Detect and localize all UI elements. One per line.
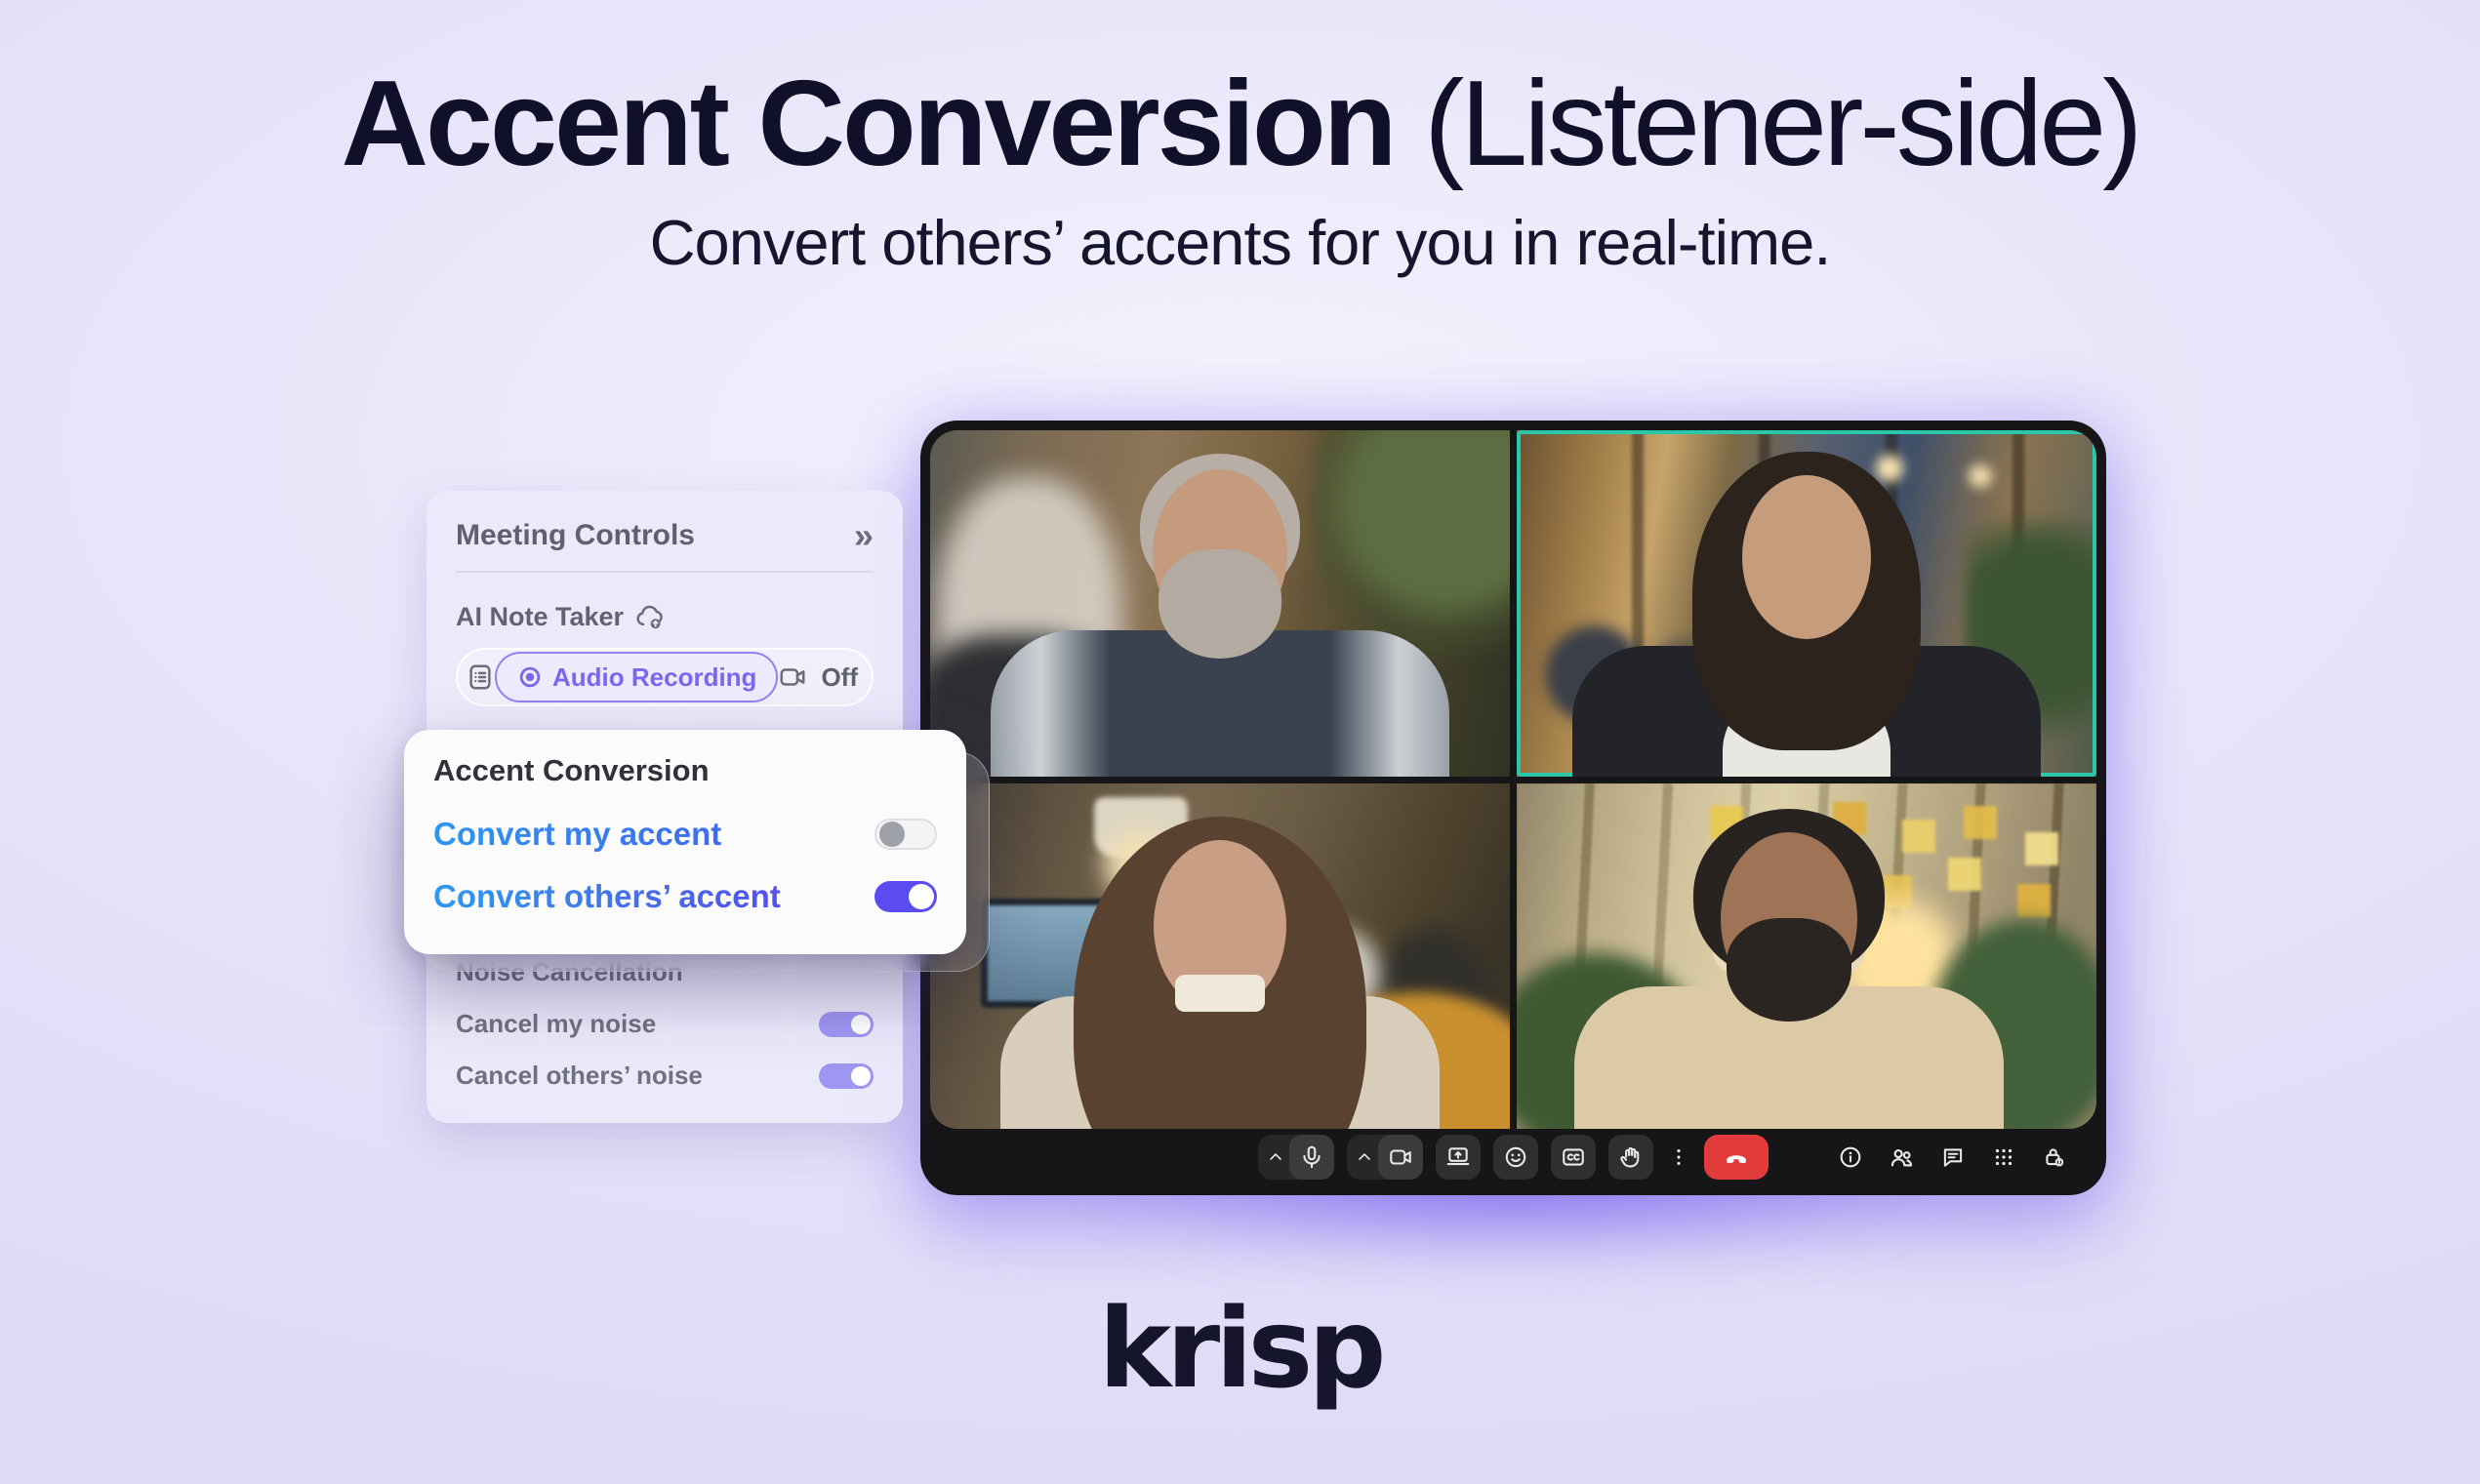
toggle-camera-button[interactable] <box>1378 1135 1423 1180</box>
convert-others-accent-row: Convert others’ accent <box>433 872 937 921</box>
cancel-others-noise-label: Cancel others’ noise <box>456 1061 703 1091</box>
chat-icon <box>1940 1144 1966 1170</box>
page-title-light: (Listener-side) <box>1395 57 2139 191</box>
participant-video-top-right-active-speaker[interactable] <box>1517 430 2096 777</box>
noise-cancellation-section: Noise Cancellation Cancel my noise Cance… <box>456 957 874 1091</box>
raise-hand-button[interactable] <box>1608 1135 1653 1180</box>
audio-recording-label: Audio Recording <box>552 662 756 693</box>
video-camera-icon <box>778 662 807 692</box>
participant-grid <box>930 430 2096 1129</box>
lock-badge-icon <box>2042 1144 2067 1170</box>
call-toolbar <box>930 1129 2096 1185</box>
closed-captions-icon <box>1561 1144 1586 1170</box>
cancel-others-noise-row: Cancel others’ noise <box>456 1061 874 1091</box>
video-camera-icon <box>1388 1144 1413 1170</box>
meeting-info-button[interactable] <box>1838 1144 1863 1170</box>
raise-hand-icon <box>1618 1144 1644 1170</box>
activities-button[interactable] <box>1991 1144 2016 1170</box>
krisp-logo: krisp <box>0 1286 2480 1413</box>
hero-header: Accent Conversion (Listener-side) Conver… <box>0 57 2480 279</box>
chevron-up-icon <box>1266 1147 1285 1167</box>
convert-my-accent-label: Convert my accent <box>433 816 721 853</box>
microphone-group <box>1258 1135 1334 1180</box>
radio-selected-icon <box>516 663 544 691</box>
more-vertical-icon <box>1668 1144 1689 1170</box>
audio-recording-option-selected[interactable]: Audio Recording <box>495 652 778 702</box>
mic-options-chevron[interactable] <box>1262 1135 1289 1180</box>
camera-options-chevron[interactable] <box>1351 1135 1378 1180</box>
chevron-up-icon <box>1355 1147 1374 1167</box>
cloud-upload-icon <box>633 603 667 632</box>
summary-notes-option[interactable] <box>466 662 495 692</box>
present-screen-button[interactable] <box>1436 1135 1481 1180</box>
accent-conversion-popup: Accent Conversion Convert my accent Conv… <box>404 730 966 954</box>
participants-button[interactable] <box>1889 1144 1915 1171</box>
convert-my-accent-toggle[interactable] <box>874 819 937 850</box>
video-call-window <box>920 421 2106 1195</box>
plant-decoration <box>1313 430 1510 694</box>
lamp-glow <box>1104 828 1176 901</box>
participant-video-top-left[interactable] <box>930 430 1510 777</box>
emoji-smile-icon <box>1503 1144 1528 1170</box>
chat-button[interactable] <box>1940 1144 1966 1170</box>
monitor-decoration <box>981 899 1118 1008</box>
mute-microphone-button[interactable] <box>1289 1135 1334 1180</box>
panel-header: Meeting Controls » <box>456 518 874 553</box>
ai-note-taker-row: AI Note Taker <box>456 602 874 632</box>
info-icon <box>1838 1144 1863 1170</box>
toolbar-right-cluster <box>1838 1129 2067 1185</box>
toggle-knob <box>879 822 905 847</box>
more-options-button[interactable] <box>1666 1135 1691 1180</box>
cancel-others-noise-toggle[interactable] <box>819 1063 874 1089</box>
convert-others-accent-label: Convert others’ accent <box>433 878 781 915</box>
host-controls-button[interactable] <box>2042 1144 2067 1170</box>
summary-notes-icon <box>466 662 495 692</box>
end-call-button[interactable] <box>1704 1135 1769 1180</box>
toggle-knob <box>851 1066 871 1086</box>
present-screen-icon <box>1445 1144 1471 1170</box>
plant-decoration <box>1966 520 2096 776</box>
microphone-icon <box>1299 1144 1324 1170</box>
camera-group <box>1347 1135 1423 1180</box>
page-subtitle: Convert others’ accents for you in real-… <box>0 206 2480 279</box>
bokeh-light <box>1876 455 1903 482</box>
collapse-panel-button[interactable]: » <box>854 518 874 553</box>
page-title-strong: Accent Conversion <box>342 57 1395 191</box>
cancel-my-noise-toggle[interactable] <box>819 1012 874 1037</box>
emoji-reactions-button[interactable] <box>1493 1135 1538 1180</box>
page: Accent Conversion (Listener-side) Conver… <box>0 0 2480 1484</box>
convert-my-accent-row: Convert my accent <box>433 810 937 859</box>
panel-title: Meeting Controls <box>456 519 695 552</box>
accent-conversion-title: Accent Conversion <box>433 753 937 788</box>
recording-off-option[interactable]: Off <box>807 662 872 693</box>
captions-button[interactable] <box>1551 1135 1596 1180</box>
page-title: Accent Conversion (Listener-side) <box>0 57 2480 192</box>
convert-others-accent-toggle[interactable] <box>874 881 937 912</box>
background-blur <box>1534 609 1749 755</box>
toolbar-center-cluster <box>1258 1135 1769 1180</box>
cancel-my-noise-label: Cancel my noise <box>456 1009 656 1039</box>
toggle-knob <box>909 884 934 909</box>
toggle-knob <box>851 1015 871 1034</box>
recording-mode-segmented-control: Audio Recording Off <box>456 648 874 706</box>
participants-icon <box>1889 1144 1915 1171</box>
cancel-my-noise-row: Cancel my noise <box>456 1009 874 1039</box>
divider <box>456 571 874 573</box>
end-call-icon <box>1722 1143 1751 1172</box>
participant-video-bottom-left[interactable] <box>930 783 1510 1130</box>
participant-video-bottom-right[interactable] <box>1517 783 2096 1130</box>
ai-note-taker-label: AI Note Taker <box>456 602 624 632</box>
apps-grid-icon <box>1991 1144 2016 1170</box>
video-recording-option[interactable] <box>778 662 807 692</box>
